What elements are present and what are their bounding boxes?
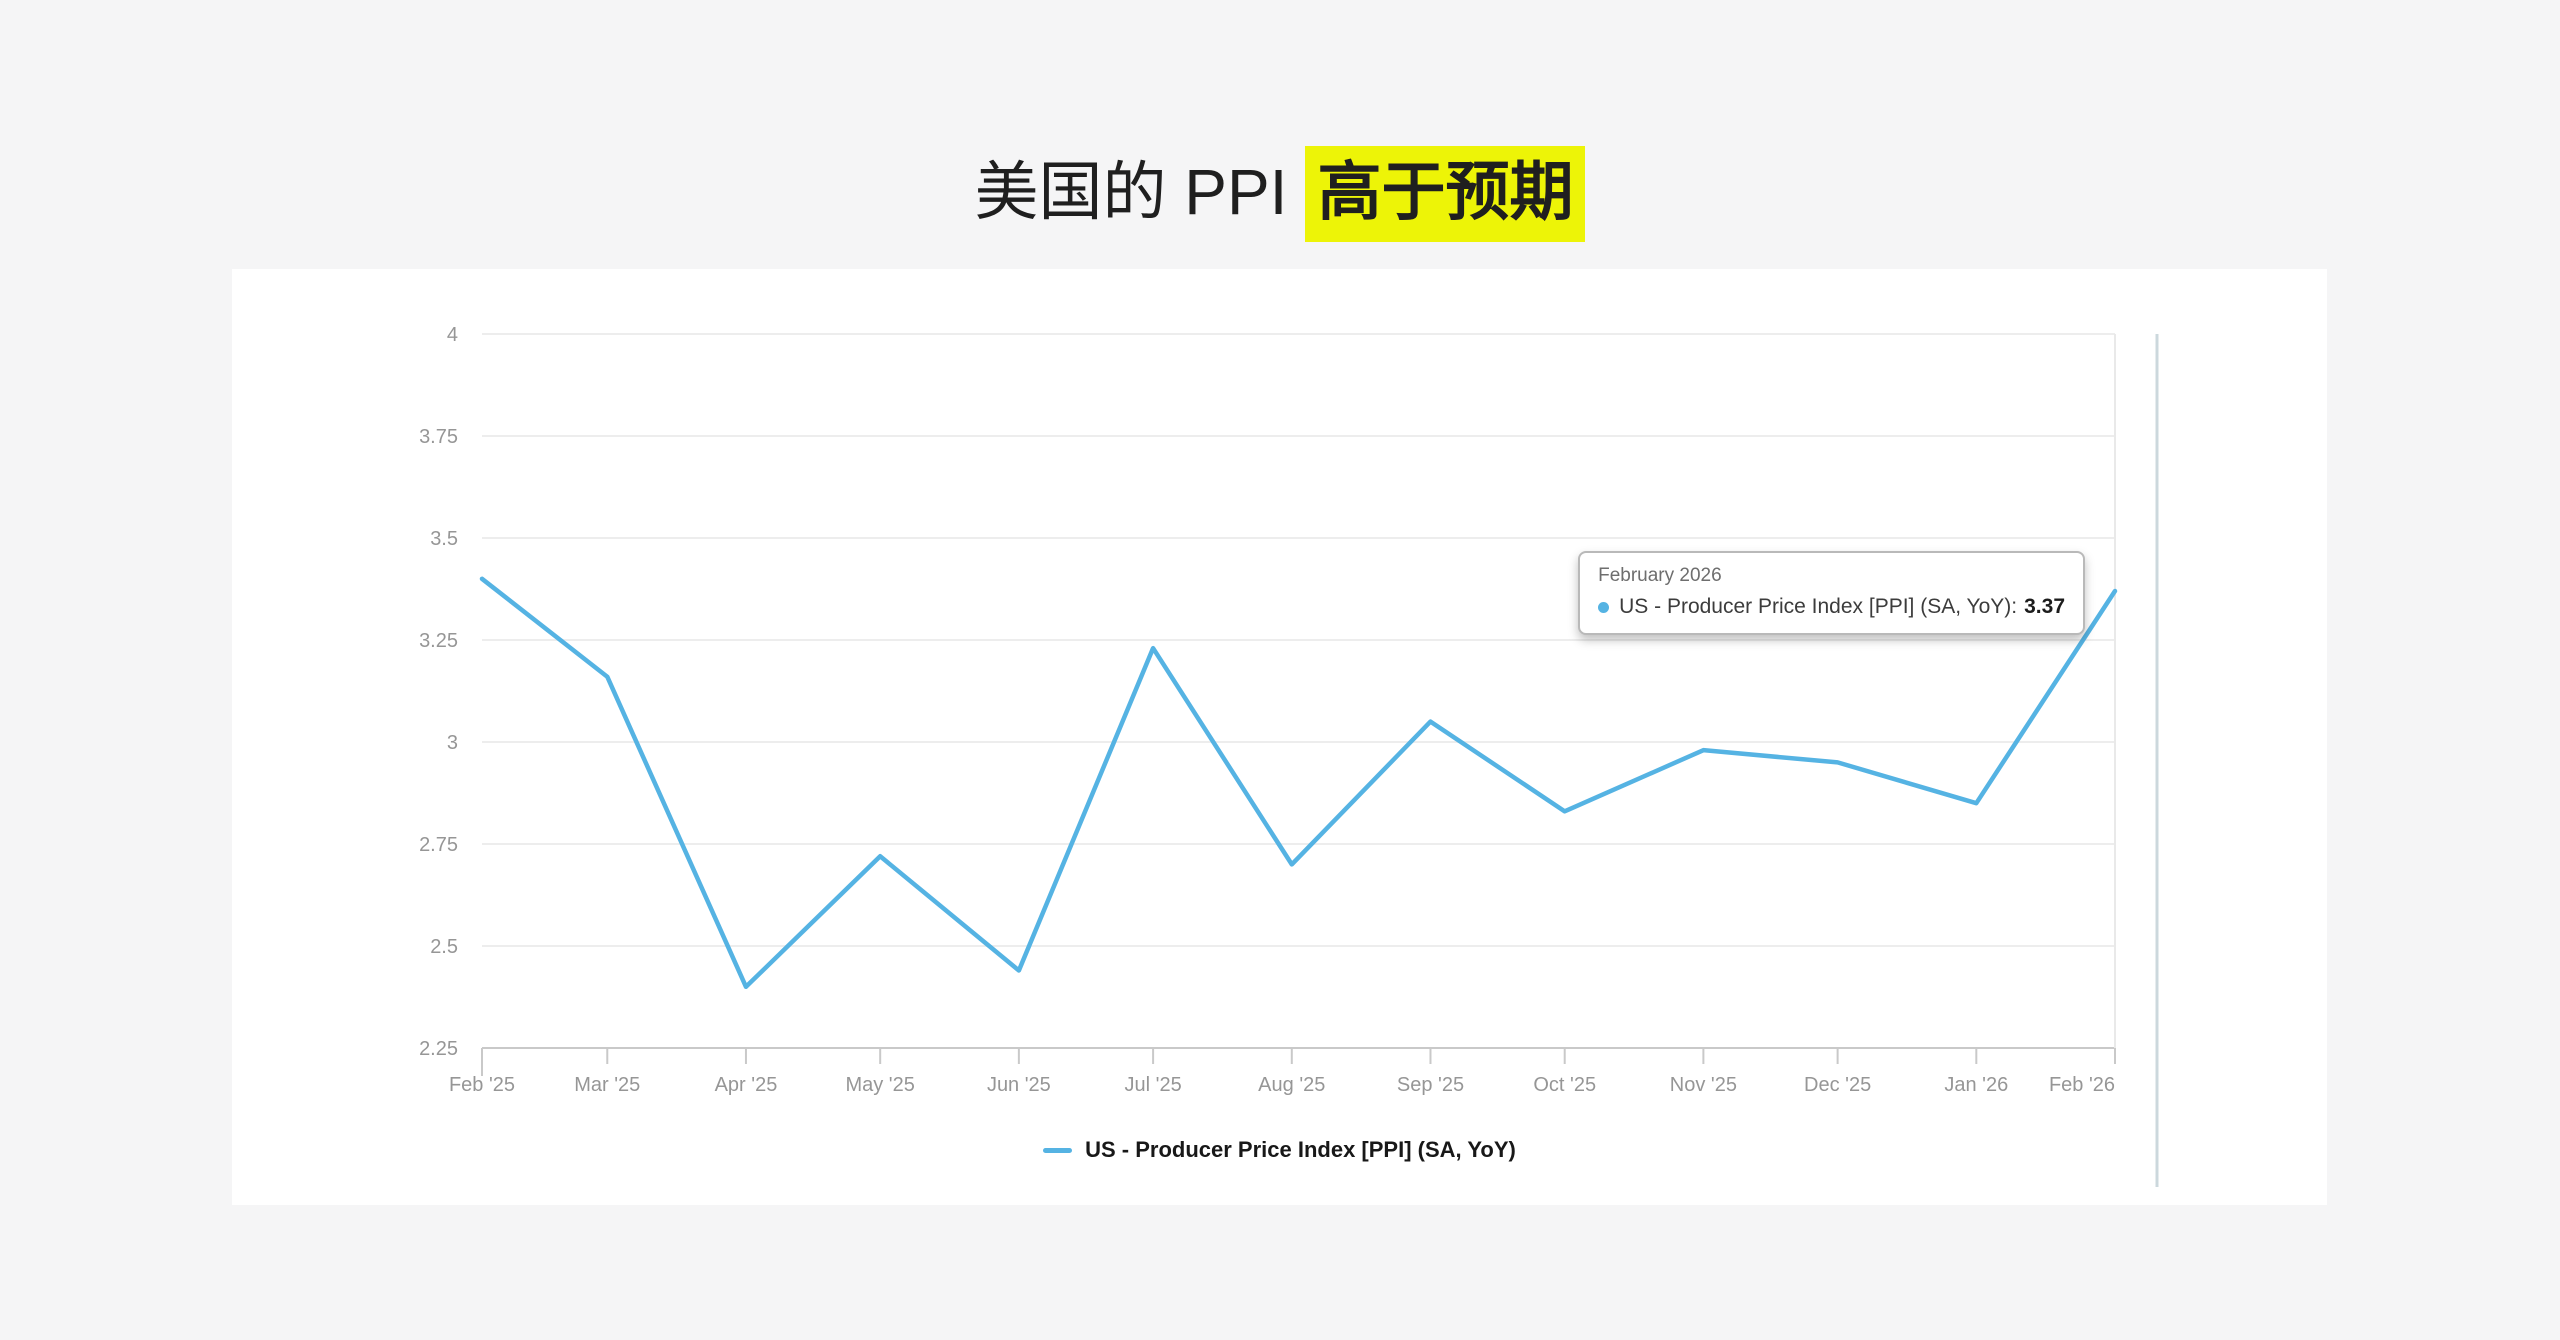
x-axis-label: Jul '25: [1125, 1074, 1182, 1096]
legend-label: US - Producer Price Index [PPI] (SA, YoY…: [1085, 1137, 1516, 1163]
y-axis-label: 2.25: [419, 1038, 458, 1060]
x-axis-label: Nov '25: [1670, 1074, 1737, 1096]
x-axis-label: Mar '25: [574, 1074, 640, 1096]
tooltip-date: February 2026: [1598, 565, 2065, 587]
x-axis-label: Jan '26: [1944, 1074, 2008, 1096]
chart-tooltip: February 2026 US - Producer Price Index …: [1578, 551, 2085, 635]
y-axis-label: 3.75: [419, 426, 458, 448]
page-title: 美国的 PPI高于预期: [0, 141, 2560, 233]
x-axis-label: Aug '25: [1258, 1074, 1325, 1096]
tooltip-series-label: US - Producer Price Index [PPI] (SA, YoY…: [1619, 595, 2017, 619]
x-axis-label: Oct '25: [1533, 1074, 1596, 1096]
legend-line-swatch: [1043, 1148, 1072, 1153]
tooltip-value: 3.37: [2024, 595, 2065, 619]
x-axis-label: May '25: [845, 1074, 914, 1096]
page-title-highlight: 高于预期: [1305, 146, 1585, 242]
y-axis-label: 3.5: [430, 528, 458, 550]
chart-legend[interactable]: US - Producer Price Index [PPI] (SA, YoY…: [232, 1137, 2327, 1163]
x-axis-label: Dec '25: [1804, 1074, 1871, 1096]
x-axis-label: Feb '25: [449, 1074, 515, 1096]
y-axis-label: 3: [447, 732, 458, 754]
y-axis-label: 3.25: [419, 630, 458, 652]
y-axis-label: 4: [447, 324, 458, 346]
ppi-line-chart[interactable]: 4 3.75 3.5 3.25 3 2.75 2.5 2.25 Feb '25 Mar '25 Ap…: [232, 269, 2327, 1205]
page-title-text: 美国的 PPI: [975, 156, 1288, 228]
series-bullet-icon: [1598, 602, 1609, 613]
y-axis-label: 2.5: [430, 936, 458, 958]
x-axis-label: Apr '25: [715, 1074, 778, 1096]
x-axis-label: Jun '25: [987, 1074, 1051, 1096]
y-axis-label: 2.75: [419, 834, 458, 856]
tooltip-series-row: US - Producer Price Index [PPI] (SA, YoY…: [1598, 595, 2065, 619]
chart-card: 4 3.75 3.5 3.25 3 2.75 2.5 2.25 Feb '25 Mar '25 Ap…: [232, 269, 2327, 1205]
x-axis-label: Feb '26: [2049, 1074, 2115, 1096]
x-axis-label: Sep '25: [1397, 1074, 1464, 1096]
